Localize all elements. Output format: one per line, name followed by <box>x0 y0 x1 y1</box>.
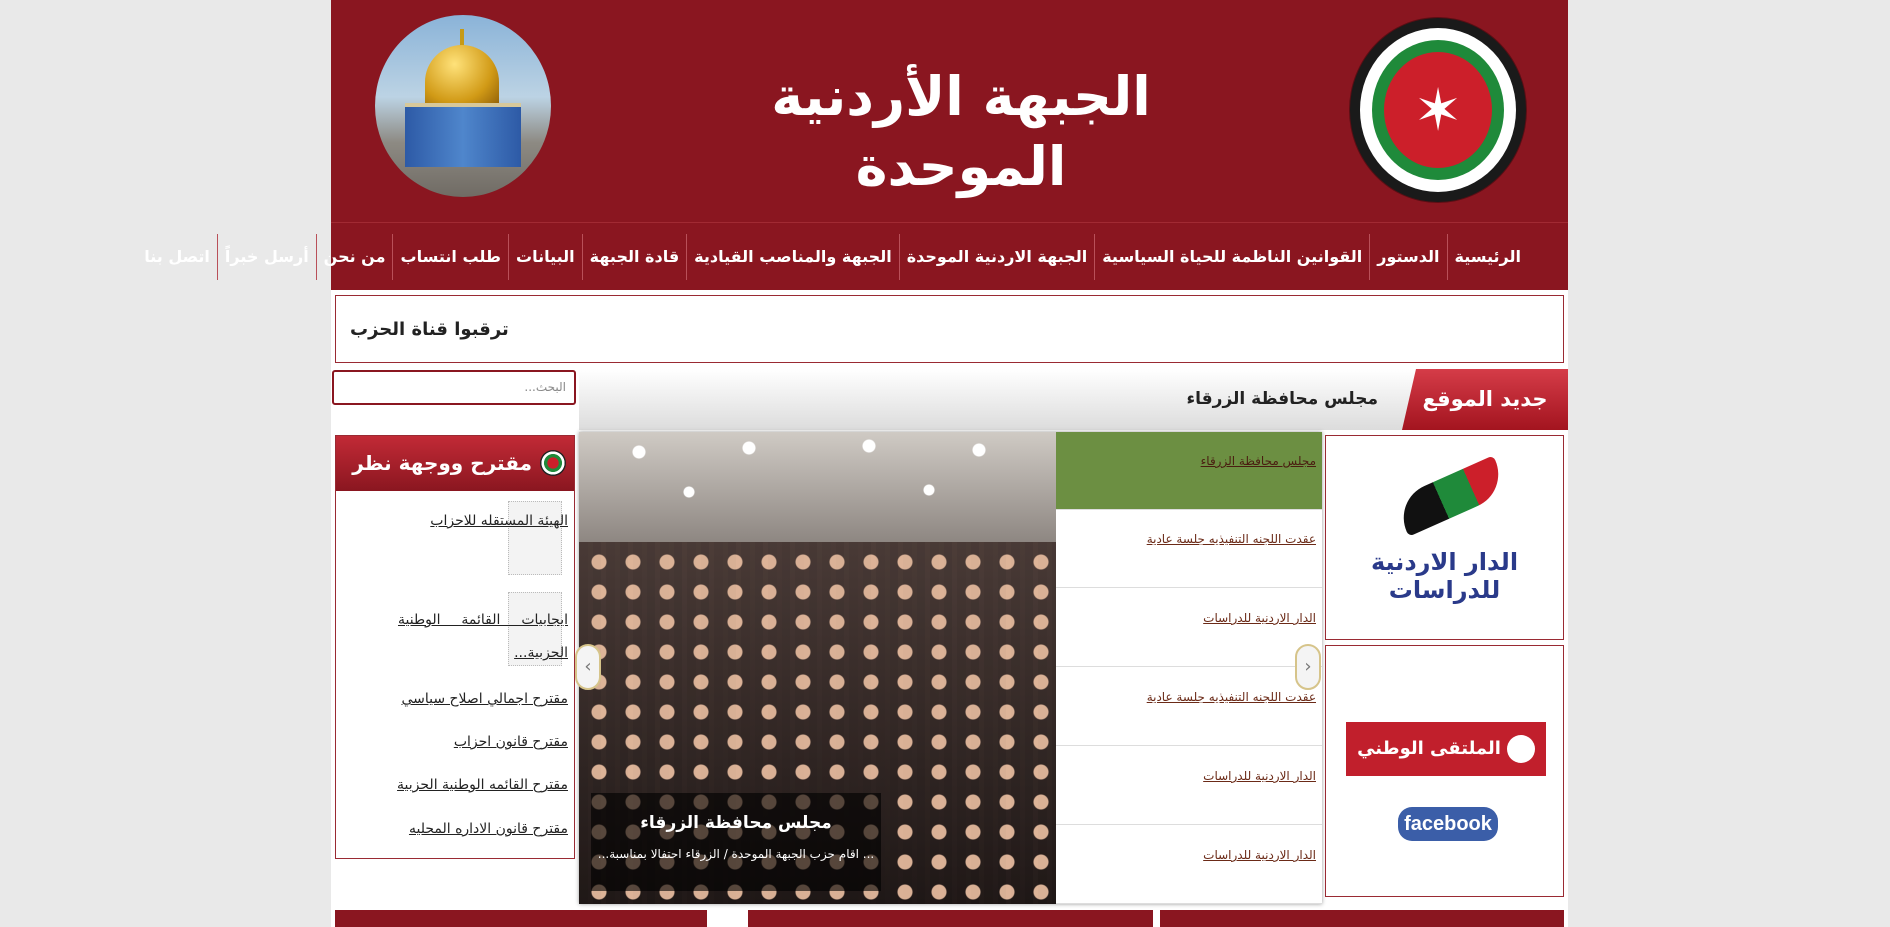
sidebar-link[interactable]: مقترح القائمه الوطنية الحزبية <box>397 777 568 793</box>
bottom-section-header <box>748 910 1153 927</box>
youth-forum-logo-icon <box>1506 735 1535 763</box>
nav-constitution[interactable]: الدستور <box>1369 233 1446 280</box>
slide-list-item[interactable]: عقدت اللجنه التنفيذيه جلسة عادية <box>1056 668 1322 746</box>
nav-contact[interactable]: اتصل بنا <box>137 234 217 280</box>
nav-home[interactable]: الرئيسية <box>1446 233 1529 280</box>
star-icon: ✶ <box>1413 76 1463 144</box>
caption-description: ... اقام حزب الجبهة الموحدة / الزرقاء اح… <box>597 847 875 861</box>
ticker-headline[interactable]: مجلس محافظة الزرقاء <box>1186 369 1378 430</box>
ticker-badge: جديد الموقع <box>1402 369 1568 430</box>
chevron-right-icon[interactable]: › <box>1295 644 1321 690</box>
search-input[interactable]: البحث... <box>332 370 576 405</box>
site-header: الجبهة الأردنية الموحدة ✶ <box>331 0 1568 222</box>
sidebar-link[interactable]: الهيئة المستقله للاحزاب <box>430 513 568 529</box>
sidebar-link[interactable]: ايجابيات القائمة الوطنية الحزبية... <box>398 604 568 670</box>
sidebar-title: مقترح ووجهة نظر <box>352 451 532 475</box>
party-emblem-icon <box>540 450 566 476</box>
news-ticker: جديد الموقع مجلس محافظة الزرقاء <box>579 369 1568 430</box>
slide-list: مجلس محافظة الزرقاء عقدت اللجنه التنفيذي… <box>1056 432 1322 904</box>
chevron-left-icon[interactable]: ‹ <box>575 644 601 690</box>
sidebar-link[interactable]: مقترح قانون احزاب <box>454 734 568 750</box>
nav-united-front[interactable]: الجبهة الاردنية الموحدة <box>898 233 1095 280</box>
proposals-sidebar: مقترح ووجهة نظر الهيئة المستقله للاحزاب … <box>335 435 575 859</box>
news-slider: مجلس محافظة الزرقاء ... اقام حزب الجبهة … <box>575 432 1322 904</box>
slide-list-item[interactable]: الدار الاردنية للدراسات <box>1056 589 1322 667</box>
slide-list-item[interactable]: الدار الاردنية للدراسات <box>1056 826 1322 904</box>
al-aqsa-dome-image <box>375 15 551 197</box>
site-title: الجبهة الأردنية الموحدة <box>771 65 1151 198</box>
sidebar-link[interactable]: مقترح قانون الاداره المحليه <box>409 821 568 837</box>
nav-political-laws[interactable]: القوانين الناظمة للحياة السياسية <box>1094 233 1369 280</box>
slide-list-item[interactable]: عقدت اللجنه التنفيذيه جلسة عادية <box>1056 510 1322 588</box>
bottom-section-header <box>1160 910 1564 927</box>
channel-announcement: ترقبوا قناة الحزب <box>335 295 1564 363</box>
bottom-section-header <box>335 910 707 927</box>
slide-caption: مجلس محافظة الزرقاء ... اقام حزب الجبهة … <box>591 793 881 891</box>
dar-studies-banner[interactable]: الدار الاردنية للدراسات <box>1325 435 1564 640</box>
page: الجبهة الأردنية الموحدة ✶ الرئيسية الدست… <box>144 0 1568 927</box>
nav-leadership-positions[interactable]: الجبهة والمناصب القيادية <box>686 233 899 280</box>
nav-send-news[interactable]: أرسل خبراً <box>216 233 316 280</box>
dar-studies-text: الدار الاردنية للدراسات <box>1370 548 1519 604</box>
nav-membership-request[interactable]: طلب انتساب <box>392 233 508 280</box>
slide-list-item[interactable]: مجلس محافظة الزرقاء <box>1056 432 1322 510</box>
main-nav: الرئيسية الدستور القوانين الناظمة للحياة… <box>144 222 1568 290</box>
sidebar-link[interactable]: مقترح اجمالي اصلاح سياسي <box>401 691 568 707</box>
youth-forum-box: الملتقى الوطني للشباب facebook <box>1325 645 1564 897</box>
nav-statements[interactable]: البيانات <box>507 233 582 280</box>
nav-about[interactable]: من نحن <box>315 233 393 280</box>
caption-title[interactable]: مجلس محافظة الزرقاء <box>591 813 881 833</box>
facebook-link[interactable]: facebook <box>1398 807 1498 841</box>
slide-list-item[interactable]: الدار الاردنية للدراسات <box>1056 747 1322 825</box>
channel-text: ترقبوا قناة الحزب <box>350 319 509 340</box>
feather-icon <box>1392 455 1510 537</box>
youth-forum-banner[interactable]: الملتقى الوطني للشباب <box>1346 722 1546 813</box>
nav-front-leaders[interactable]: قادة الجبهة <box>581 233 687 280</box>
party-logo[interactable]: ✶ <box>1350 18 1526 202</box>
sidebar-header: مقترح ووجهة نظر <box>336 436 574 491</box>
